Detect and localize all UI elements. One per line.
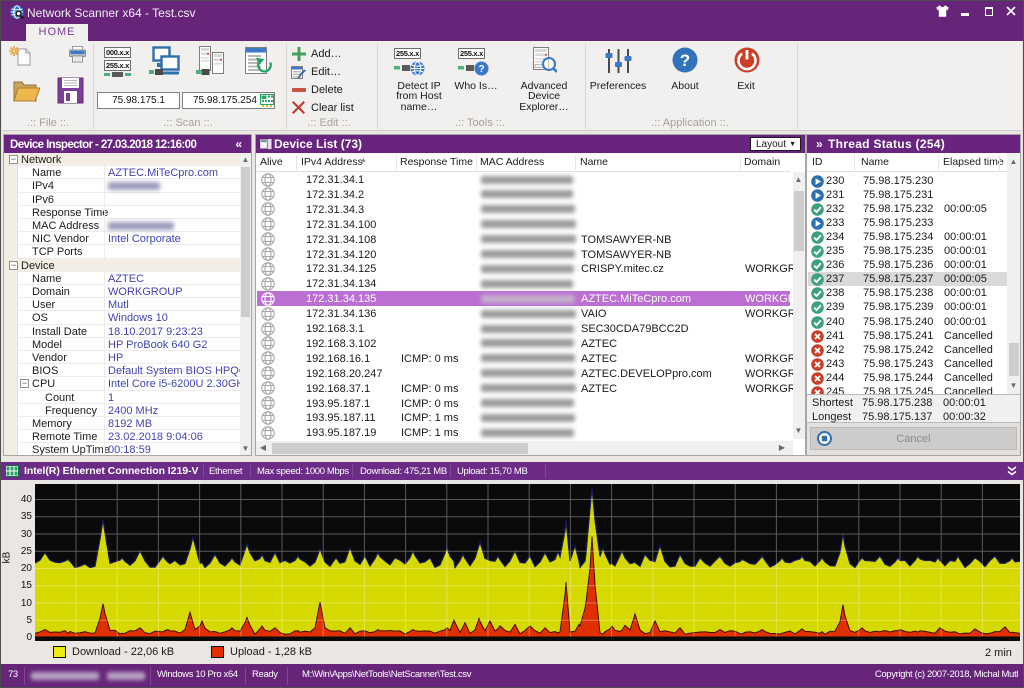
svg-text:?: ? bbox=[680, 51, 690, 70]
svg-text:?: ? bbox=[478, 64, 484, 75]
